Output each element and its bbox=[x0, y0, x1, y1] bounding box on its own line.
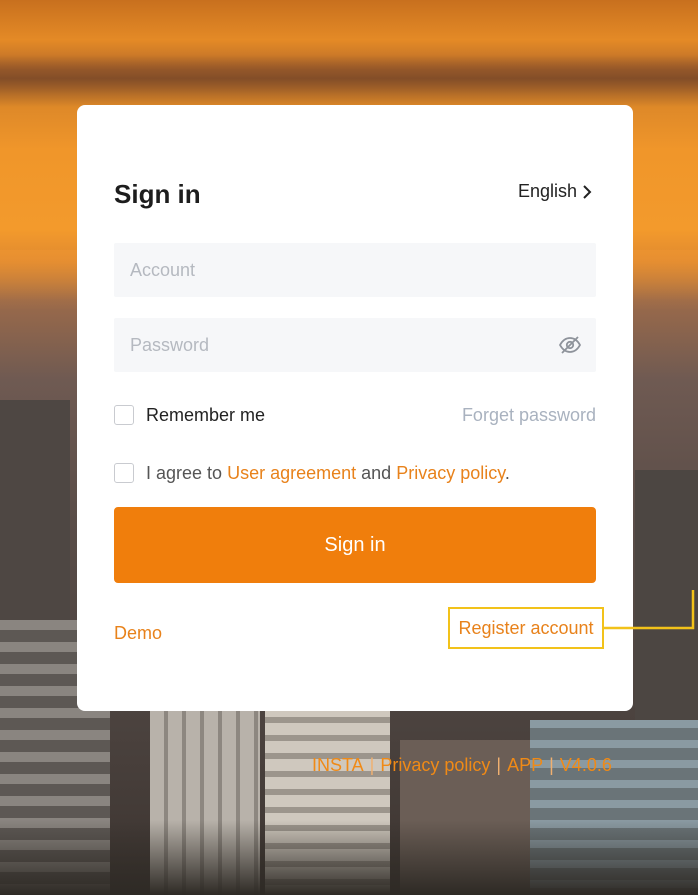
agree-prefix: I agree to bbox=[146, 463, 223, 483]
footer-separator: | bbox=[549, 755, 554, 775]
password-input[interactable] bbox=[114, 334, 596, 356]
footer-link-privacy-policy[interactable]: Privacy policy bbox=[380, 755, 490, 776]
background-clouds bbox=[0, 55, 698, 107]
agree-suffix: . bbox=[504, 463, 510, 483]
language-selector[interactable]: English bbox=[518, 181, 593, 202]
account-field[interactable] bbox=[114, 243, 596, 297]
footer-separator: | bbox=[369, 755, 375, 775]
footer-links: INSTA | Privacy policy | APP | V4.0.6 bbox=[312, 755, 612, 776]
agreement-text: I agree to User agreement and Privacy po… bbox=[146, 463, 510, 484]
login-card: Sign in English Remember me Forget passw… bbox=[77, 105, 633, 711]
background-ground bbox=[0, 820, 698, 895]
user-agreement-link[interactable]: User agreement bbox=[227, 463, 356, 483]
footer-version: V4.0.6 bbox=[559, 755, 612, 775]
privacy-policy-link[interactable]: Privacy policy bbox=[396, 463, 505, 483]
footer-separator: | bbox=[496, 755, 502, 775]
sign-in-button[interactable]: Sign in bbox=[114, 507, 596, 583]
highlight-connector-line bbox=[603, 590, 695, 630]
language-label: English bbox=[517, 181, 577, 201]
register-account-link[interactable]: Register account bbox=[448, 607, 604, 649]
footer-link-insta[interactable]: INSTA bbox=[312, 755, 364, 776]
remember-me-label: Remember me bbox=[146, 405, 266, 425]
agree-and: and bbox=[361, 463, 392, 483]
page-title: Sign in bbox=[114, 179, 201, 209]
chevron-right-icon bbox=[583, 184, 592, 199]
password-field[interactable] bbox=[114, 318, 596, 372]
remember-me-checkbox[interactable] bbox=[114, 405, 134, 425]
forget-password-link[interactable]: Forget password bbox=[462, 405, 596, 426]
agree-checkbox[interactable] bbox=[114, 463, 134, 483]
demo-link[interactable]: Demo bbox=[114, 623, 162, 644]
account-input[interactable] bbox=[114, 259, 596, 281]
eye-slash-icon[interactable] bbox=[558, 333, 582, 357]
register-account-label: Register account bbox=[458, 617, 594, 638]
footer-link-app[interactable]: APP bbox=[507, 755, 543, 776]
